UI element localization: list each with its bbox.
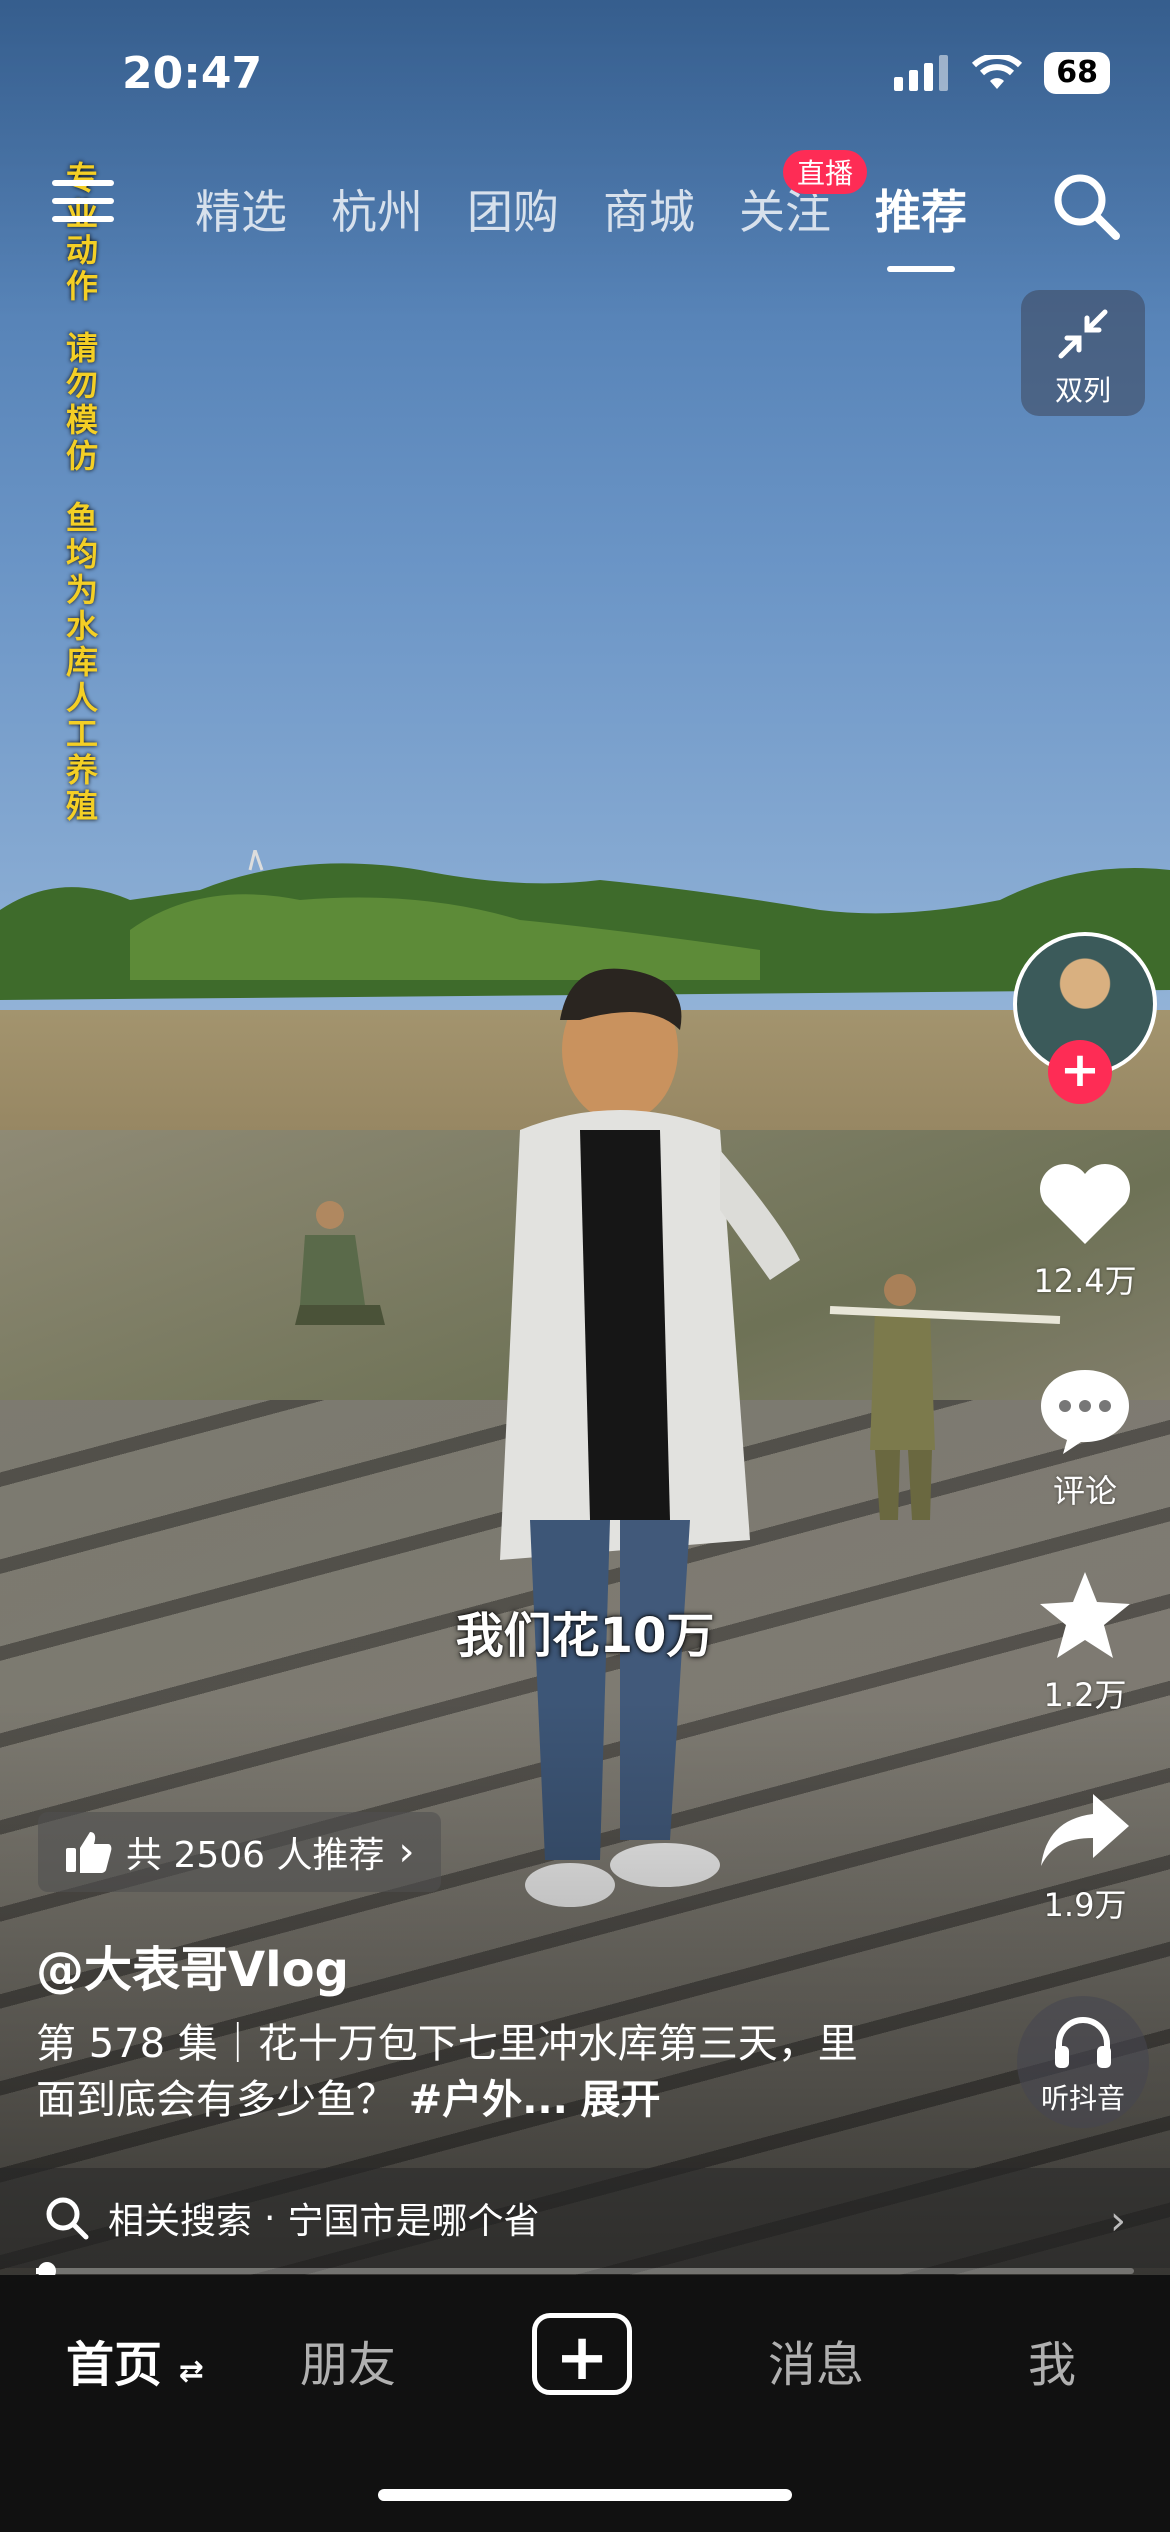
tab-me[interactable]: 我 (1028, 2325, 1076, 2395)
like-button[interactable]: 12.4万 (1020, 1160, 1150, 1302)
recommend-count: 共 2506 人推荐 (126, 1835, 385, 1876)
wifi-icon (972, 55, 1023, 89)
notice-line-2: 请勿模仿 (65, 329, 98, 475)
collapse-arrows-icon (1058, 309, 1108, 359)
chevron-right-icon: › (398, 1829, 415, 1875)
swap-arrows-icon: ⇄ (178, 2354, 204, 2389)
tab-mall[interactable]: 商城 (603, 176, 695, 242)
follow-button[interactable]: + (1048, 1040, 1112, 1104)
share-count: 1.9万 (1043, 1886, 1127, 1924)
recommend-pill[interactable]: 共 2506 人推荐 › (38, 1812, 441, 1892)
status-time: 20:47 (122, 48, 263, 99)
tab-friends[interactable]: 朋友 (300, 2325, 396, 2395)
search-icon (46, 2197, 89, 2240)
comment-button[interactable]: 评论 (1020, 1366, 1150, 1512)
notice-line-3: 鱼均为水库人工养殖 (65, 499, 98, 825)
thumbs-up-icon (66, 1832, 112, 1873)
favorite-count: 1.2万 (1043, 1676, 1127, 1714)
menu-icon[interactable] (52, 180, 114, 234)
cellular-signal-icon (894, 55, 949, 91)
listen-button[interactable]: 听抖音 (1017, 1996, 1149, 2128)
tab-messages[interactable]: 消息 (768, 2325, 864, 2395)
comment-icon (1041, 1370, 1129, 1454)
tab-recommend[interactable]: 推荐 (875, 176, 967, 272)
home-indicator (378, 2489, 792, 2501)
headphones-icon (1055, 2017, 1111, 2068)
comment-label: 评论 (1052, 1472, 1117, 1510)
related-search-prefix: 相关搜索 (108, 2201, 253, 2242)
dual-column-button[interactable]: 双列 (1021, 290, 1145, 416)
battery-level: 68 (1044, 52, 1110, 94)
tab-group-buy[interactable]: 团购 (467, 176, 559, 242)
like-count: 12.4万 (1033, 1262, 1137, 1300)
search-icon[interactable] (1050, 170, 1122, 242)
share-button[interactable]: 1.9万 (1020, 1790, 1150, 1926)
related-search-bar[interactable]: 相关搜索 · 宁国市是哪个省 › (0, 2168, 1170, 2268)
related-search-query: 宁国市是哪个省 (287, 2201, 540, 2242)
tab-following[interactable]: 关注 直播 (739, 150, 867, 242)
tab-home-label: 首页 (66, 2337, 163, 2393)
listen-label: 听抖音 (1040, 2082, 1125, 2115)
live-badge: 直播 (782, 150, 867, 194)
heart-icon (1040, 1164, 1130, 1244)
top-tab-bar: 精选 杭州 团购 商城 关注 直播 推荐 (195, 150, 967, 272)
creator-username[interactable]: @大表哥Vlog (36, 1930, 349, 2000)
video-subtitle: 我们花10万 (455, 1608, 715, 1664)
chevron-right-icon: › (1110, 2198, 1126, 2244)
tab-featured[interactable]: 精选 (195, 176, 287, 242)
share-arrow-icon (1041, 1794, 1129, 1866)
seated-fisherman (295, 1201, 385, 1325)
dual-column-label: 双列 (1054, 374, 1111, 407)
status-icons: 68 (894, 52, 1110, 94)
video-description: 第 578 集｜花十万包下七里冲水库第三天，里面到底会有多少鱼？ #户外... … (36, 2016, 896, 2128)
video-progress-bar[interactable] (36, 2262, 1134, 2280)
separator-dot: · (264, 2197, 276, 2239)
safety-notice: 专业动作 请勿模仿 鱼均为水库人工养殖 (60, 160, 104, 850)
expand-button[interactable]: 展开 (581, 2077, 661, 2123)
hashtag-link[interactable]: #户外... (409, 2077, 568, 2123)
tab-home[interactable]: 首页 ⇄ (66, 2325, 204, 2395)
create-button[interactable]: + (532, 2313, 632, 2395)
tab-hangzhou[interactable]: 杭州 (331, 176, 423, 242)
